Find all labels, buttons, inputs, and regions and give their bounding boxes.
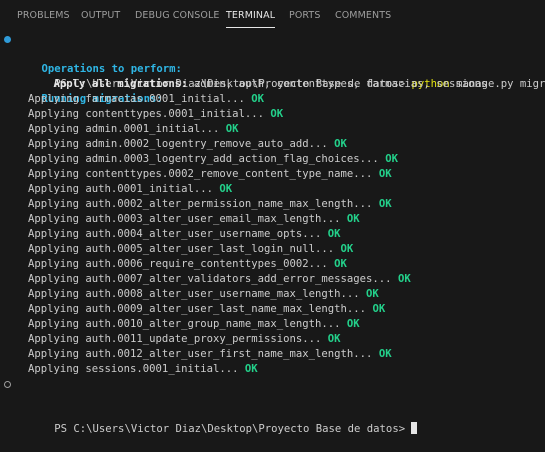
migration-line: Applying contenttypes.0002_remove_conten… [28,167,392,182]
migration-line: Applying contenttypes.0001_initial... OK [28,107,283,122]
migration-text: Applying auth.0009_alter_user_last_name_… [28,303,367,315]
migration-ok-status: OK [397,273,411,285]
migration-line: Applying auth.0006_require_contenttypes_… [28,257,347,272]
migration-ok-status: OK [378,168,392,180]
tab-problems[interactable]: PROBLEMS [17,0,70,32]
migration-ok-status: OK [366,288,379,300]
migration-ok-status: OK [340,243,354,255]
migration-ok-status: OK [270,108,284,120]
migration-ok-status: OK [244,363,258,375]
migration-ok-status: OK [327,333,341,345]
migration-line: Applying auth.0003_alter_user_email_max_… [28,212,360,227]
migration-line: Applying sessions.0001_initial... OK [28,362,258,377]
migration-line: Applying farmacias.0001_initial... OK [28,92,264,107]
tab-ports[interactable]: PORTS [289,0,320,32]
migration-line: Applying auth.0008_alter_user_username_m… [28,287,379,302]
operations-header: Operations to perform: [16,47,182,75]
terminal-output[interactable]: PS C:\Users\Victor Diaz\Desktop\Proyecto… [0,30,545,435]
migration-text: Applying admin.0001_initial... [28,123,220,135]
tab-terminal[interactable]: TERMINAL [226,0,276,32]
migration-text: Applying farmacias.0001_initial... [28,93,245,105]
running-header: Running migrations: [16,77,163,105]
apply-apps: admin, auth, contenttypes, farmacias, se… [193,78,488,90]
migration-ok-status: OK [346,213,360,225]
migration-text: Applying auth.0007_alter_validators_add_… [28,273,392,285]
migration-ok-status: OK [334,258,347,270]
migration-text: Applying auth.0006_require_contenttypes_… [28,258,328,270]
prompt-idle-dot-icon[interactable] [4,381,11,388]
terminal-cursor [411,422,418,434]
migration-ok-status: OK [378,348,392,360]
migration-ok-status: OK [327,228,341,240]
migration-text: Applying auth.0005_alter_user_last_login… [28,243,335,255]
command-success-dot-icon[interactable] [4,36,11,43]
migration-line: Applying auth.0011_update_proxy_permissi… [28,332,341,347]
migration-line: Applying auth.0012_alter_user_first_name… [28,347,392,362]
migration-line: Applying auth.0004_alter_user_username_o… [28,227,341,242]
migration-line: Applying auth.0005_alter_user_last_login… [28,242,353,257]
migration-line: Applying auth.0010_alter_group_name_max_… [28,317,360,332]
migration-text: Applying contenttypes.0002_remove_conten… [28,168,373,180]
migration-ok-status: OK [372,303,386,315]
migration-text: Applying auth.0012_alter_user_first_name… [28,348,373,360]
migration-text: Applying auth.0008_alter_user_username_m… [28,288,360,300]
migration-text: Applying auth.0001_initial... [28,183,213,195]
migration-text: Applying auth.0003_alter_user_email_max_… [28,213,341,225]
migration-text: Applying auth.0010_alter_group_name_max_… [28,318,341,330]
migration-line: Applying auth.0002_alter_permission_name… [28,197,392,212]
tab-comments[interactable]: COMMENTS [335,0,391,32]
migration-text: Applying auth.0011_update_proxy_permissi… [28,333,322,345]
migration-text: Applying auth.0004_alter_user_username_o… [28,228,322,240]
migration-line: Applying admin.0001_initial... OK [28,122,239,137]
migration-line: Applying auth.0007_alter_validators_add_… [28,272,411,287]
migration-line: Applying auth.0001_initial... OK [28,182,232,197]
migration-ok-status: OK [219,183,233,195]
migration-ok-status: OK [346,318,360,330]
migration-ok-status: OK [251,93,265,105]
migration-text: Applying admin.0002_logentry_remove_auto… [28,138,328,150]
final-prompt-line: PS C:\Users\Victor Diaz\Desktop\Proyecto… [0,377,545,435]
migration-text: Applying contenttypes.0001_initial... [28,108,264,120]
apply-all-line: Apply all migrations: admin, auth, conte… [28,62,488,90]
tab-output[interactable]: OUTPUT [81,0,120,32]
tab-debug-console[interactable]: DEBUG CONSOLE [135,0,220,32]
migration-text: Applying sessions.0001_initial... [28,363,239,375]
migration-line: Applying admin.0002_logentry_remove_auto… [28,137,347,152]
command-line: PS C:\Users\Victor Diaz\Desktop\Proyecto… [0,32,545,90]
panel-tab-bar: PROBLEMS OUTPUT DEBUG CONSOLE TERMINAL P… [0,0,545,32]
migration-line: Applying admin.0003_logentry_add_action_… [28,152,398,167]
final-prompt-text: PS C:\Users\Victor Diaz\Desktop\Proyecto… [54,423,406,435]
migration-ok-status: OK [385,153,398,165]
migration-ok-status: OK [334,138,347,150]
migration-text: Applying auth.0002_alter_permission_name… [28,198,373,210]
migration-text: Applying admin.0003_logentry_add_action_… [28,153,379,165]
migration-ok-status: OK [225,123,239,135]
migration-ok-status: OK [378,198,392,210]
migration-line: Applying auth.0009_alter_user_last_name_… [28,302,385,317]
